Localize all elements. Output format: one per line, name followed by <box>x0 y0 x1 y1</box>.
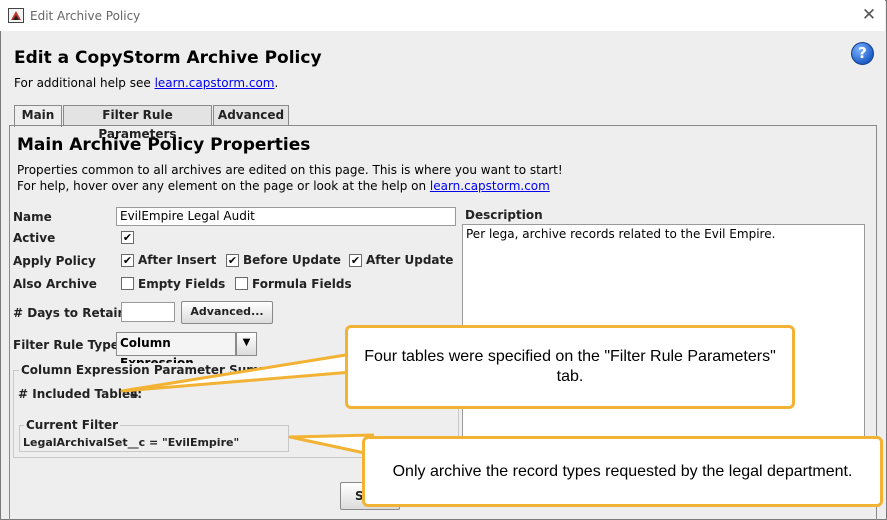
section-title: Main Archive Policy Properties <box>17 135 311 155</box>
dialog-heading: Edit a CopyStorm Archive Policy <box>14 48 322 68</box>
callout-pointer-tables <box>120 352 353 393</box>
window-title: Edit Archive Policy <box>30 9 141 23</box>
name-label: Name <box>13 210 52 224</box>
close-icon[interactable]: ✕ <box>858 4 880 26</box>
help-suffix: . <box>274 76 279 90</box>
help-link[interactable]: learn.capstorm.com <box>155 76 275 90</box>
before-update-label: Before Update <box>243 253 341 267</box>
after-update-label: After Update <box>366 253 454 267</box>
copystorm-app-icon <box>8 8 24 23</box>
after-insert-checkbox[interactable]: ✔ <box>121 254 134 267</box>
description-label: Description <box>465 208 543 222</box>
section-description: Properties common to all archives are ed… <box>17 163 563 177</box>
active-label: Active <box>13 231 56 245</box>
section-help-line: For help, hover over any element on the … <box>17 179 550 193</box>
after-insert-label: After Insert <box>138 253 217 267</box>
days-to-retain-label: # Days to Retain <box>13 306 127 320</box>
help-icon[interactable]: ? <box>851 42 874 65</box>
after-update-checkbox[interactable]: ✔ <box>349 254 362 267</box>
empty-fields-checkbox[interactable] <box>121 277 134 290</box>
filter-rule-type-label: Filter Rule Type <box>13 338 119 352</box>
active-checkbox[interactable]: ✔ <box>121 231 134 244</box>
also-archive-label: Also Archive <box>13 277 97 291</box>
advanced-button[interactable]: Advanced... <box>181 301 273 324</box>
current-filter-value: LegalArchivalSet__c = "EvilEmpire" <box>23 436 240 449</box>
tab-main[interactable]: Main <box>14 105 62 127</box>
tab-filter-rule-parameters[interactable]: Filter Rule Parameters <box>63 105 212 141</box>
callout-tables: Four tables were specified on the "Filte… <box>345 325 795 409</box>
empty-fields-label: Empty Fields <box>138 277 226 291</box>
name-input[interactable]: EvilEmpire Legal Audit <box>116 207 456 226</box>
current-filter-title: Current Filter <box>24 418 120 432</box>
help-prefix: For additional help see <box>14 76 155 90</box>
before-update-checkbox[interactable]: ✔ <box>226 254 239 267</box>
formula-fields-checkbox[interactable] <box>235 277 248 290</box>
callout-filter: Only archive the record types requested … <box>362 436 883 507</box>
apply-policy-label: Apply Policy <box>13 254 96 268</box>
formula-fields-label: Formula Fields <box>252 277 352 291</box>
help-line: For additional help see learn.capstorm.c… <box>14 76 278 90</box>
days-to-retain-input[interactable] <box>121 302 175 322</box>
tab-advanced[interactable]: Advanced <box>213 105 289 126</box>
section-help-link[interactable]: learn.capstorm.com <box>430 179 550 193</box>
section-help-prefix: For help, hover over any element on the … <box>17 179 430 193</box>
